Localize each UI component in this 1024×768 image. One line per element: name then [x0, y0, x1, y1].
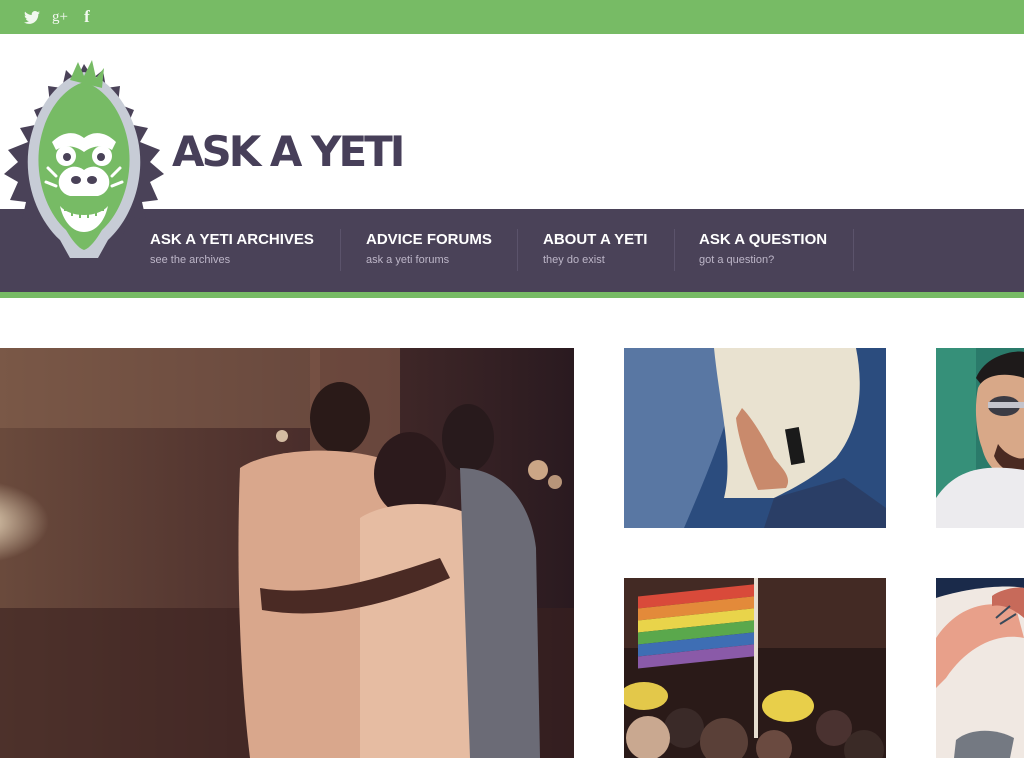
nav-divider — [853, 229, 854, 271]
thumbnail-photo-man[interactable] — [936, 348, 1024, 528]
logo-pupil-left — [63, 153, 71, 161]
nav-item-ask-a-question[interactable]: ASK A QUESTION got a question? — [699, 209, 839, 292]
top-social-bar — [0, 0, 1024, 34]
facebook-icon[interactable]: f — [80, 7, 94, 27]
thumbnail-photo-image — [624, 348, 886, 528]
thumbnail-photo-sheet[interactable] — [624, 348, 886, 528]
nav-item-subtitle: they do exist — [543, 254, 605, 266]
nav-item-advice-forums[interactable]: ADVICE FORUMS ask a yeti forums — [366, 209, 506, 292]
thumbnail-photo-image — [936, 578, 1024, 758]
nav-divider — [340, 229, 341, 271]
featured-photo-image — [0, 348, 574, 758]
nav-item-about-a-yeti[interactable]: ABOUT A YETI they do exist — [543, 209, 663, 292]
twitter-icon[interactable] — [23, 7, 41, 27]
yeti-logo-icon[interactable] — [0, 58, 168, 262]
nav-item-subtitle: ask a yeti forums — [366, 254, 450, 266]
nav-item-label: ADVICE FORUMS — [366, 231, 492, 248]
logo-snout-shape — [58, 166, 110, 196]
logo-nostril-right — [87, 176, 97, 184]
nav-item-label: ASK A QUESTION — [699, 231, 828, 248]
thumbnail-photo-image — [624, 578, 886, 758]
nav-divider — [674, 229, 675, 271]
twitter-bird-glyph — [24, 10, 40, 24]
logo-nostril-left — [71, 176, 81, 184]
thumbnail-photo-rainbow-flag[interactable] — [624, 578, 886, 758]
nav-item-label: ASK A YETI ARCHIVES — [150, 231, 314, 248]
nav-item-subtitle: got a question? — [699, 254, 775, 266]
googleplus-icon[interactable]: g+ — [50, 7, 70, 27]
logo-pupil-right — [97, 153, 105, 161]
nav-item-archives[interactable]: ASK A YETI ARCHIVES see the archives — [150, 209, 330, 292]
site-title[interactable]: ASK A YETI — [172, 128, 405, 176]
nav-item-label: ABOUT A YETI — [543, 231, 648, 248]
featured-photo-couple[interactable] — [0, 348, 574, 758]
thumbnail-photo-tattoo[interactable] — [936, 578, 1024, 758]
nav-bottom-rule — [0, 292, 1024, 298]
nav-divider — [517, 229, 518, 271]
thumbnail-photo-image — [936, 348, 1024, 528]
